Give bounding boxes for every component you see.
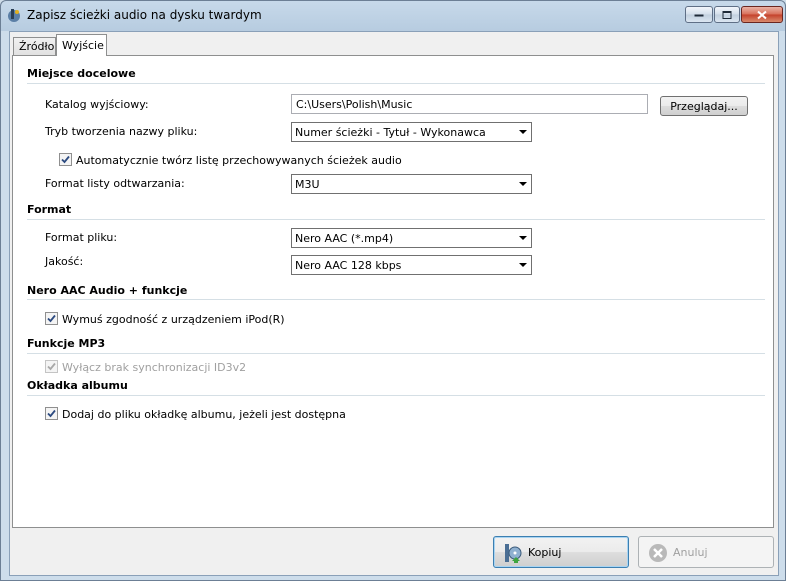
add-cover-label: Dodaj do pliku okładkę albumu, jeżeli je… (62, 408, 346, 421)
quality-label: Jakość: (45, 255, 84, 268)
naming-mode-select[interactable]: Numer ścieżki - Tytuł - Wykonawca (291, 122, 532, 142)
cancel-button-label: Anuluj (673, 546, 708, 559)
file-format-value: Nero AAC (*.mp4) (295, 232, 394, 245)
auto-playlist-checkbox-row[interactable]: Automatycznie twórz listę przechowywanyc… (59, 153, 402, 167)
id3-unsync-checkbox-row: Wyłącz brak synchronizacji ID3v2 (45, 360, 246, 374)
chevron-down-icon (519, 236, 527, 240)
chevron-down-icon (519, 182, 527, 186)
close-button[interactable] (741, 6, 783, 23)
copy-disc-icon (502, 542, 524, 564)
naming-mode-value: Numer ścieżki - Tytuł - Wykonawca (295, 126, 486, 139)
section-divider (27, 83, 765, 84)
window-title: Zapisz ścieżki audio na dysku twardym (27, 8, 262, 22)
tab-source-label: Źródło (19, 40, 55, 53)
cancel-button: Anuluj (638, 536, 774, 568)
output-dir-input[interactable] (291, 94, 648, 114)
playlist-format-select[interactable]: M3U (291, 174, 532, 194)
ipod-compat-checkbox-row[interactable]: Wymuś zgodność z urządzeniem iPod(R) (45, 312, 285, 326)
copy-button[interactable]: Kopiuj (493, 536, 629, 568)
playlist-format-label: Format listy odtwarzania: (45, 177, 185, 190)
section-divider (27, 219, 765, 220)
section-divider (27, 353, 765, 354)
auto-playlist-checkbox[interactable] (59, 153, 72, 166)
maximize-button[interactable] (714, 6, 740, 23)
checkmark-icon (47, 409, 56, 418)
file-format-label: Format pliku: (45, 231, 118, 244)
section-divider (27, 299, 765, 300)
section-cover-title: Okładka albumu (27, 379, 128, 392)
checkmark-icon (61, 155, 70, 164)
quality-select[interactable]: Nero AAC 128 kbps (291, 255, 532, 275)
ipod-compat-checkbox[interactable] (45, 312, 58, 325)
chevron-down-icon (519, 263, 527, 267)
add-cover-checkbox[interactable] (45, 407, 58, 420)
section-destination-title: Miejsce docelowe (27, 67, 136, 80)
output-tab-panel: Miejsce docelowe Katalog wyjściowy: Prze… (12, 55, 774, 528)
dialog-client-area: Źródło Wyjście Miejsce docelowe Katalog … (9, 31, 779, 576)
section-aac-title: Nero AAC Audio + funkcje (27, 284, 188, 297)
id3-unsync-label: Wyłącz brak synchronizacji ID3v2 (62, 361, 247, 374)
minimize-icon (694, 14, 704, 16)
cancel-icon (647, 542, 669, 564)
checkmark-icon (47, 362, 56, 371)
tab-output-label: Wyjście (62, 39, 104, 52)
nero-app-icon (6, 7, 22, 23)
section-format-title: Format (27, 203, 72, 216)
output-dir-label: Katalog wyjściowy: (45, 98, 149, 111)
id3-unsync-checkbox (45, 360, 58, 373)
quality-value: Nero AAC 128 kbps (295, 259, 402, 272)
browse-button[interactable]: Przeglądaj... (660, 96, 748, 116)
tab-output[interactable]: Wyjście (56, 34, 107, 56)
ipod-compat-label: Wymuś zgodność z urządzeniem iPod(R) (62, 313, 285, 326)
section-mp3-title: Funkcje MP3 (27, 337, 106, 350)
minimize-button[interactable] (685, 6, 713, 23)
auto-playlist-label: Automatycznie twórz listę przechowywanyc… (76, 154, 402, 167)
add-cover-checkbox-row[interactable]: Dodaj do pliku okładkę albumu, jeżeli je… (45, 407, 346, 421)
naming-mode-label: Tryb tworzenia nazwy pliku: (45, 125, 198, 138)
section-divider (27, 395, 765, 396)
file-format-select[interactable]: Nero AAC (*.mp4) (291, 228, 532, 248)
playlist-format-value: M3U (295, 178, 320, 191)
checkmark-icon (47, 314, 56, 323)
title-bar[interactable]: Zapisz ścieżki audio na dysku twardym (1, 1, 785, 29)
tab-source[interactable]: Źródło (13, 37, 56, 55)
maximize-icon (722, 10, 732, 19)
dialog-window: Zapisz ścieżki audio na dysku twardym Źr… (0, 0, 786, 581)
chevron-down-icon (519, 130, 527, 134)
copy-button-label: Kopiuj (528, 546, 562, 559)
close-icon (757, 10, 767, 19)
